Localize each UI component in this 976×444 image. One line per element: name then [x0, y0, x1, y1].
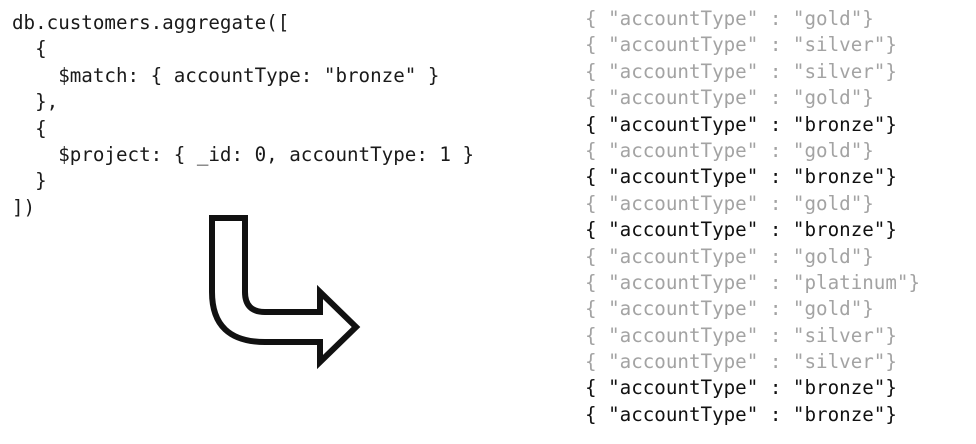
document-row: { "accountType" : "silver"}	[585, 350, 897, 374]
code-line: },	[12, 90, 59, 114]
aggregation-code-block: db.customers.aggregate([ { $match: { acc…	[12, 10, 474, 221]
document-row: { "accountType" : "bronze"}	[585, 402, 897, 426]
document-row: { "accountType" : "bronze"}	[585, 376, 897, 400]
document-row: { "accountType" : "gold"}	[585, 7, 874, 30]
document-row: { "accountType" : "bronze"}	[585, 165, 897, 189]
code-line: $match: { accountType: "bronze" }	[12, 63, 440, 87]
document-row: { "accountType" : "silver"}	[585, 59, 897, 83]
document-row: { "accountType" : "gold"}	[585, 86, 874, 110]
document-row: { "accountType" : "bronze"}	[585, 112, 897, 136]
code-line: }	[12, 169, 47, 193]
document-row: { "accountType" : "platinum"}	[585, 270, 921, 294]
code-line: {	[12, 116, 47, 140]
document-row: { "accountType" : "gold"}	[585, 297, 874, 321]
code-line: $project: { _id: 0, accountType: 1 }	[12, 142, 475, 166]
document-row: { "accountType" : "bronze"}	[585, 218, 897, 242]
code-line: db.customers.aggregate([	[12, 11, 290, 34]
document-row: { "accountType" : "gold"}	[585, 191, 874, 215]
document-row: { "accountType" : "silver"}	[585, 323, 897, 347]
documents-list: { "accountType" : "gold"} { "accountType…	[585, 6, 920, 428]
code-line: {	[12, 37, 47, 61]
document-row: { "accountType" : "silver"}	[585, 33, 897, 57]
document-row: { "accountType" : "gold"}	[585, 138, 874, 162]
document-row: { "accountType" : "gold"}	[585, 244, 874, 268]
curved-down-right-arrow-icon	[209, 215, 361, 370]
